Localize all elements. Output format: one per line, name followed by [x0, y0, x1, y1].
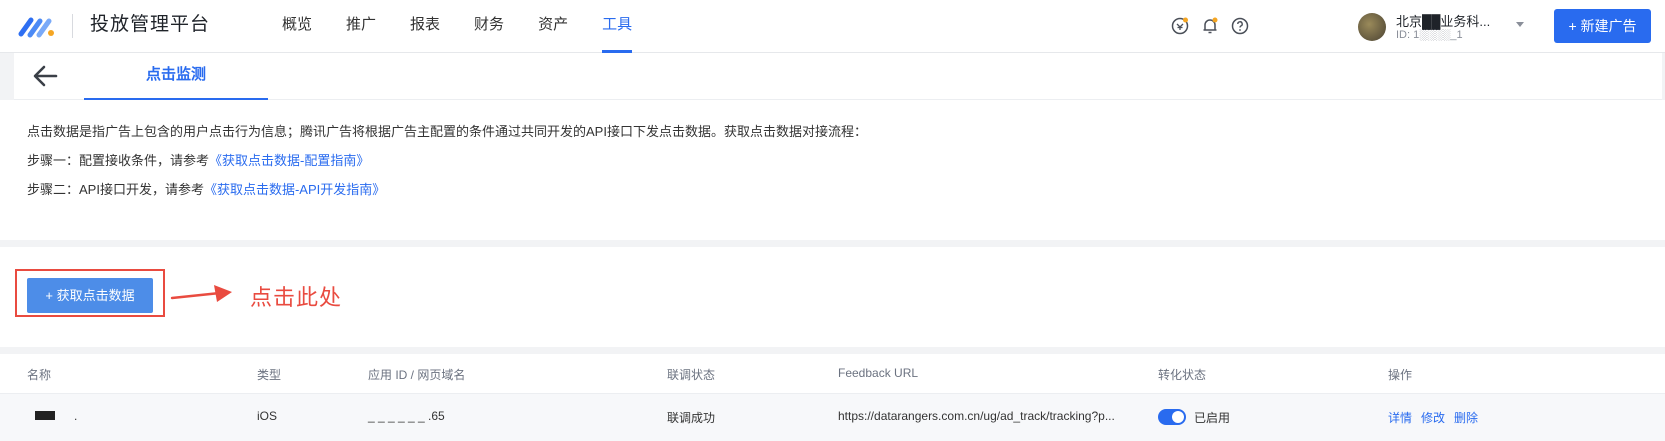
- action-panel: + 获取点击数据 点击此处: [0, 247, 1665, 347]
- table-row: . iOS _ _ _ _ _ _ .65 联调成功 https://datar…: [0, 394, 1665, 441]
- description-intro: 点击数据是指广告上包含的用户点击行为信息；腾讯广告将根据广告主配置的条件通过共同…: [27, 124, 867, 139]
- column-name: 名称: [27, 368, 52, 382]
- redacted-block: [35, 411, 55, 420]
- nav-item-assets[interactable]: 资产: [538, 0, 568, 53]
- column-feedback-url: Feedback URL: [838, 366, 919, 380]
- click-data-table: 名称 类型 应用 ID / 网页域名 联调状态 Feedback URL 转化状…: [0, 354, 1665, 441]
- help-icon[interactable]: [1230, 16, 1250, 36]
- annotation-arrow-icon: [170, 285, 232, 302]
- row-type: iOS: [257, 409, 278, 423]
- new-ad-button[interactable]: + 新建广告: [1554, 9, 1651, 43]
- config-guide-link[interactable]: 《获取点击数据-配置指南》: [209, 153, 369, 168]
- logo-divider: [72, 14, 73, 38]
- column-type: 类型: [257, 368, 282, 382]
- step-one-text: 步骤一：配置接收条件，请参考: [27, 153, 210, 168]
- detail-link[interactable]: 详情: [1388, 409, 1412, 426]
- row-debug-status: 联调成功: [667, 411, 716, 425]
- back-arrow-icon[interactable]: [32, 64, 58, 88]
- nav-item-promotion[interactable]: 推广: [346, 0, 376, 53]
- nav-item-reports[interactable]: 报表: [410, 0, 440, 53]
- step-two-text: 步骤二：API接口开发，请参考: [27, 182, 204, 197]
- brand-logo-icon[interactable]: [18, 14, 56, 38]
- get-click-data-button[interactable]: + 获取点击数据: [27, 278, 153, 313]
- step-two: 步骤二：API接口开发，请参考《获取点击数据-API开发指南》: [27, 179, 385, 198]
- caret-down-icon: [1516, 22, 1524, 27]
- avatar: [1358, 13, 1386, 41]
- step-one: 步骤一：配置接收条件，请参考《获取点击数据-配置指南》: [27, 150, 369, 169]
- column-app-id: 应用 ID / 网页域名: [368, 368, 466, 382]
- nav-item-finance[interactable]: 财务: [474, 0, 504, 53]
- row-conversion-status: 已启用: [1194, 411, 1231, 425]
- column-conversion-status: 转化状态: [1158, 368, 1207, 382]
- delete-link[interactable]: 删除: [1454, 409, 1478, 426]
- account-switcher[interactable]: 北京██业务科... ID: 1░░░░_1: [1358, 9, 1528, 45]
- annotation-text: 点击此处: [250, 285, 343, 310]
- tab-click-monitoring[interactable]: 点击监测: [84, 53, 268, 100]
- edit-link[interactable]: 修改: [1421, 409, 1445, 426]
- account-id: ID: 1░░░░_1: [1396, 29, 1463, 41]
- table-header: 名称 类型 应用 ID / 网页域名 联调状态 Feedback URL 转化状…: [0, 354, 1665, 394]
- column-debug-status: 联调状态: [667, 368, 716, 382]
- api-guide-link[interactable]: 《获取点击数据-API开发指南》: [204, 182, 385, 197]
- row-name: .: [74, 409, 78, 423]
- coin-notice-icon[interactable]: [1170, 16, 1190, 36]
- nav-item-overview[interactable]: 概览: [282, 0, 312, 53]
- platform-title: 投放管理平台: [90, 14, 211, 35]
- account-name: 北京██业务科...: [1396, 14, 1491, 29]
- column-actions: 操作: [1388, 368, 1413, 382]
- main-nav: 概览 推广 报表 财务 资产 工具: [282, 0, 666, 53]
- bell-icon[interactable]: [1200, 16, 1220, 36]
- row-app-id: _ _ _ _ _ _ .65: [368, 409, 445, 423]
- row-feedback-url: https://datarangers.com.cn/ug/ad_track/t…: [838, 409, 1115, 423]
- conversion-toggle[interactable]: [1158, 409, 1186, 425]
- description-panel: 点击数据是指广告上包含的用户点击行为信息；腾讯广告将根据广告主配置的条件通过共同…: [0, 100, 1665, 240]
- nav-item-tools[interactable]: 工具: [602, 0, 633, 53]
- top-navigation-bar: 投放管理平台 概览 推广 报表 财务 资产 工具 北京██业务科... ID: …: [0, 0, 1665, 53]
- tab-bar: 点击监测: [14, 53, 1662, 100]
